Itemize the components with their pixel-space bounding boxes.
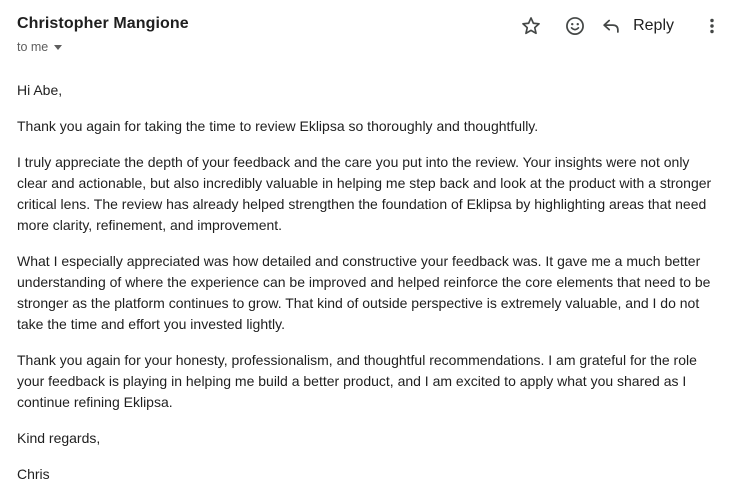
sender-name[interactable]: Christopher Mangione: [17, 15, 189, 33]
emoji-icon: [566, 17, 585, 35]
recipient-line[interactable]: to me: [17, 40, 63, 54]
greeting: Hi Abe,: [17, 82, 63, 98]
recipient-label: to me: [17, 40, 49, 54]
chevron-down-icon[interactable]: [54, 44, 63, 50]
body-paragraph: Thank you again for taking the time to r…: [17, 118, 539, 134]
body-paragraph: Thank you again for your honesty, profes…: [17, 352, 697, 410]
body-paragraph: What I especially appreciated was how de…: [17, 253, 711, 332]
closing: Kind regards,: [17, 430, 101, 446]
reply-icon: [603, 19, 619, 33]
reply-label: Reply: [633, 17, 674, 34]
more-vert-icon: [710, 18, 714, 34]
add-reaction-button[interactable]: [561, 12, 589, 40]
email-body: Hi Abe, Thank you again for taking the t…: [17, 80, 717, 500]
star-button[interactable]: [517, 12, 545, 40]
more-options-button[interactable]: [698, 12, 726, 40]
body-paragraph: I truly appreciate the depth of your fee…: [17, 154, 712, 233]
email-header: Christopher Mangione to me Reply: [0, 0, 730, 70]
signature: Chris: [17, 466, 50, 482]
message-actions: Reply: [517, 12, 730, 40]
reply-button[interactable]: Reply: [597, 12, 684, 40]
star-icon: [522, 17, 540, 35]
reply-icon-wrap: [597, 12, 625, 40]
